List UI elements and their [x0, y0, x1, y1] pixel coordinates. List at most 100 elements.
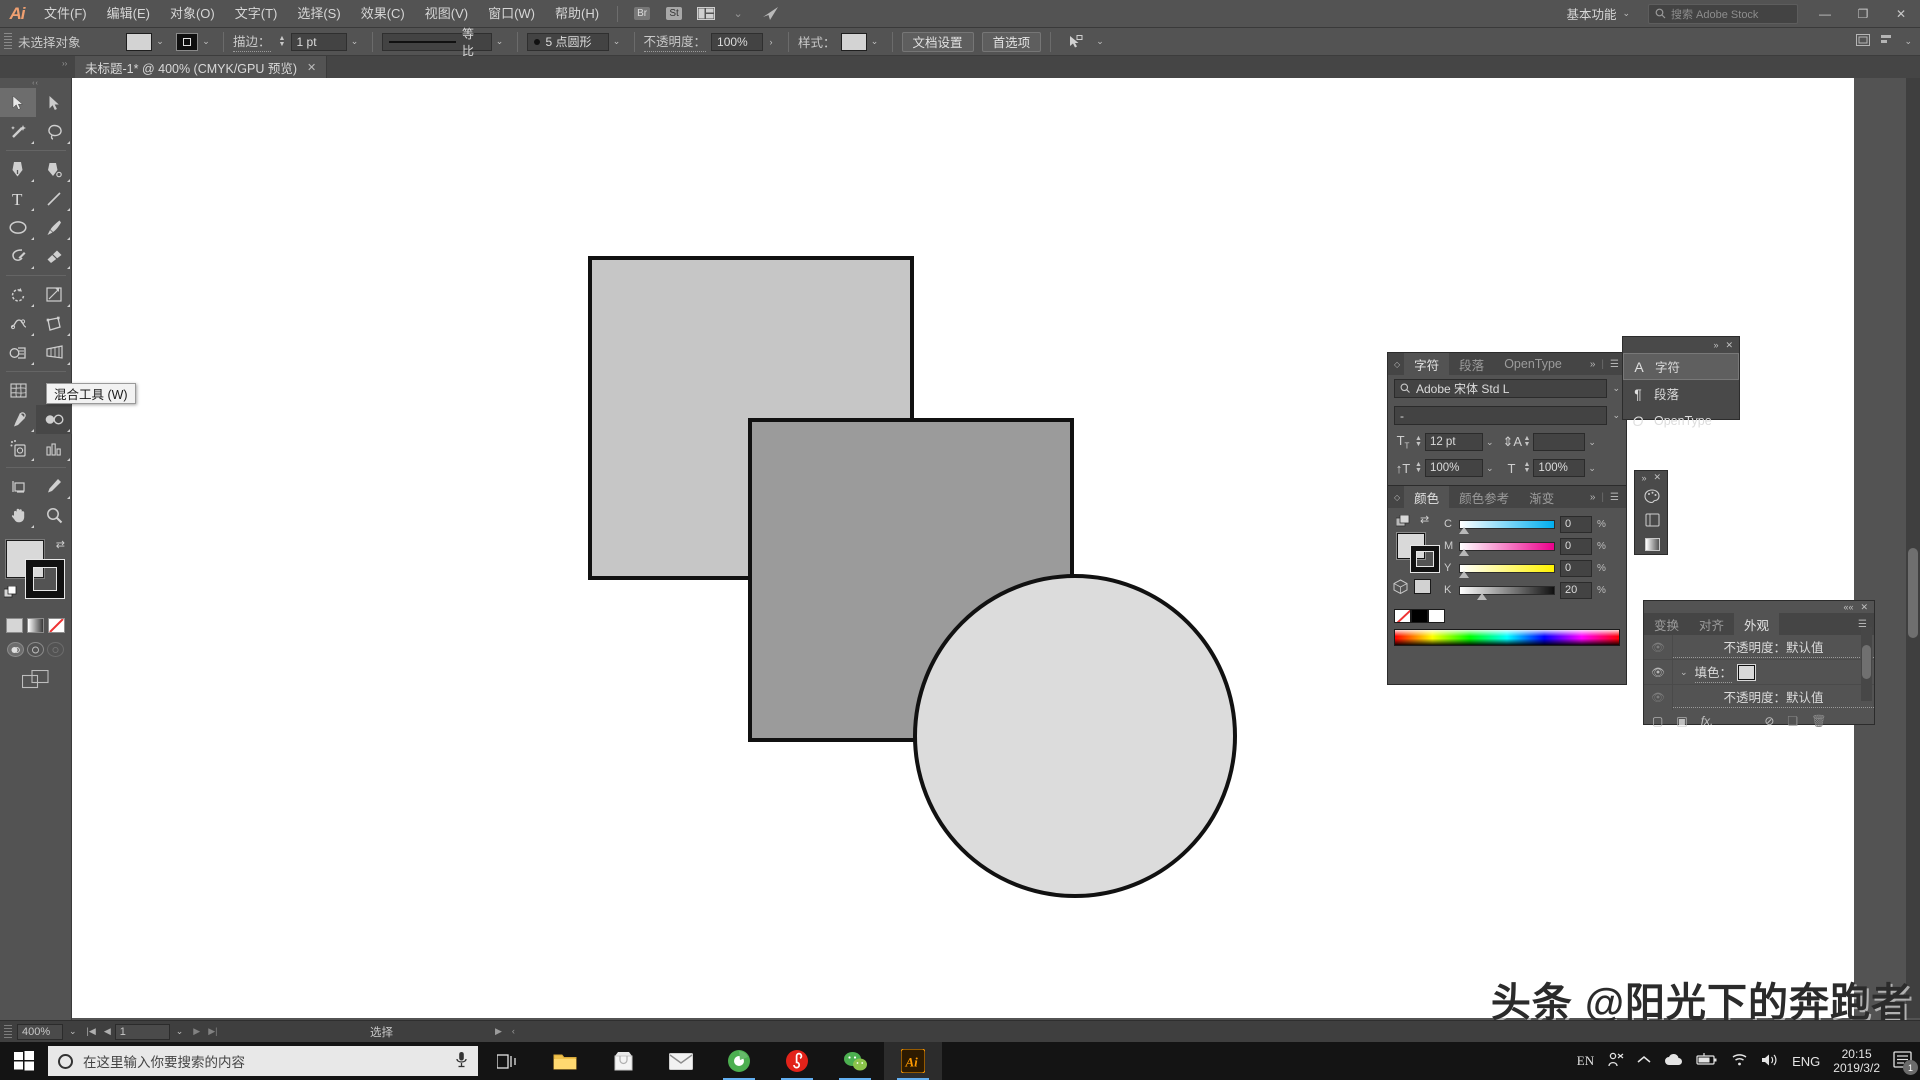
flyout-item-character[interactable]: A 字符: [1623, 353, 1739, 380]
chevron-down-icon[interactable]: ⌄: [1588, 437, 1596, 448]
draw-normal-button[interactable]: [7, 642, 24, 657]
bridge-icon[interactable]: Br: [629, 5, 655, 23]
tab-appearance[interactable]: 外观: [1734, 613, 1780, 635]
expand-icon[interactable]: »: [1590, 359, 1596, 370]
tab-gradient[interactable]: 渐变: [1519, 486, 1564, 508]
stroke-label[interactable]: 描边：: [233, 31, 271, 52]
menu-object[interactable]: 对象(O): [160, 0, 225, 28]
appearance-scrollbar[interactable]: [1861, 627, 1872, 701]
line-segment-tool[interactable]: [36, 184, 72, 213]
channel-value-c[interactable]: 0: [1560, 515, 1592, 533]
scrollbar-thumb[interactable]: [1862, 645, 1871, 679]
opacity-field[interactable]: 100%: [711, 32, 764, 51]
maximize-button[interactable]: ❐: [1844, 0, 1882, 28]
microphone-icon[interactable]: [455, 1051, 468, 1071]
chevron-down-icon[interactable]: ⌄: [1588, 463, 1596, 474]
menu-file[interactable]: 文件(F): [34, 0, 97, 28]
close-icon[interactable]: ✕: [307, 61, 316, 74]
chevron-down-icon[interactable]: ⌄: [867, 33, 883, 51]
status-play-icon[interactable]: ▶: [495, 1026, 502, 1037]
fit-icon[interactable]: [1856, 34, 1871, 49]
chevron-down-icon[interactable]: ⌄: [152, 33, 168, 51]
chevron-down-icon[interactable]: ⌄: [1612, 383, 1620, 394]
draw-behind-button[interactable]: [27, 642, 44, 657]
magic-wand-tool[interactable]: [0, 117, 36, 146]
width-tool[interactable]: [0, 309, 36, 338]
action-center-button[interactable]: 1: [1893, 1051, 1918, 1075]
visibility-eye-icon[interactable]: 👁: [1644, 691, 1672, 704]
last-page-icon[interactable]: ▶|: [204, 1026, 221, 1037]
stroke-profile-field[interactable]: 等比: [381, 27, 492, 58]
wifi-icon[interactable]: [1731, 1053, 1748, 1069]
align-icon[interactable]: [1880, 34, 1894, 49]
stock-icon[interactable]: St: [661, 5, 687, 23]
none-button[interactable]: [48, 618, 65, 633]
panel-collapse-icon[interactable]: ◇: [1388, 353, 1404, 375]
selection-tool[interactable]: [0, 88, 36, 117]
fill-swatch[interactable]: [126, 32, 152, 51]
swap-fill-stroke-icon[interactable]: ⇄: [56, 538, 65, 551]
artboard-tool[interactable]: [0, 472, 36, 501]
tab-color[interactable]: 颜色: [1404, 486, 1450, 508]
chevron-down-icon[interactable]: ⌄: [63, 1026, 83, 1037]
file-explorer-button[interactable]: [536, 1042, 594, 1080]
visibility-eye-icon[interactable]: 👁: [1644, 666, 1672, 679]
collapse-icon[interactable]: ««: [1843, 602, 1853, 612]
free-transform-tool[interactable]: [36, 309, 72, 338]
direct-selection-tool[interactable]: [36, 88, 72, 117]
blend-tool[interactable]: [36, 405, 72, 434]
paintbrush-tool[interactable]: [36, 213, 72, 242]
add-effect-icon[interactable]: fx.: [1701, 714, 1714, 728]
shape-builder-tool[interactable]: [0, 338, 36, 367]
channel-value-m[interactable]: 0: [1560, 537, 1592, 555]
vertical-scale-stepper[interactable]: ▲ ▼: [1415, 461, 1422, 474]
menu-type[interactable]: 文字(T): [225, 0, 288, 28]
default-fill-stroke-icon[interactable]: [3, 585, 17, 599]
flyout-item-opentype[interactable]: O OpenType: [1623, 407, 1739, 434]
black-swatch[interactable]: [1411, 609, 1428, 623]
zoom-tool[interactable]: [36, 501, 72, 530]
battery-icon[interactable]: [1696, 1053, 1718, 1069]
chevron-down-icon[interactable]: ⌄: [1904, 36, 1912, 47]
appearance-row-opacity-bottom[interactable]: 👁 不透明度：默认值: [1644, 685, 1874, 710]
arrange-documents-icon[interactable]: [693, 5, 719, 23]
select-similar-icon[interactable]: [1063, 33, 1089, 51]
browser-button[interactable]: [710, 1042, 768, 1080]
channel-value-y[interactable]: 0: [1560, 559, 1592, 577]
horizontal-scale-field[interactable]: 100%: [1533, 459, 1586, 477]
mesh-tool[interactable]: [0, 376, 36, 405]
stroke-swatch[interactable]: [176, 32, 198, 51]
menu-select[interactable]: 选择(S): [287, 0, 350, 28]
expand-icon[interactable]: »: [1713, 340, 1718, 350]
microsoft-store-button[interactable]: [594, 1042, 652, 1080]
home-rocket-icon[interactable]: [757, 5, 783, 23]
panel-menu-icon[interactable]: ☰: [1610, 359, 1619, 370]
chevron-down-icon[interactable]: ⌄: [609, 33, 625, 51]
tab-opentype[interactable]: OpenType: [1494, 353, 1572, 375]
color-icon[interactable]: [1635, 484, 1669, 508]
channel-slider-y[interactable]: [1459, 563, 1555, 578]
opacity-flyout-icon[interactable]: ›: [763, 33, 779, 51]
graphic-style-swatch[interactable]: [840, 32, 867, 51]
appearance-row-fill[interactable]: 👁 ⌄ 填色：: [1644, 659, 1874, 685]
appearance-row-opacity-top[interactable]: 👁 不透明度：默认值: [1644, 634, 1874, 660]
stroke-color-swatch[interactable]: [26, 560, 64, 598]
status-grip[interactable]: [4, 1024, 12, 1039]
document-tab[interactable]: 未标题-1* @ 400% (CMYK/GPU 预览) ✕: [75, 56, 328, 78]
workspace-switcher[interactable]: 基本功能 ⌄: [1556, 3, 1640, 25]
shaper-tool[interactable]: [0, 242, 36, 271]
curvature-tool[interactable]: [36, 155, 72, 184]
close-icon[interactable]: ✕: [1860, 602, 1868, 613]
ellipse-tool[interactable]: [0, 213, 36, 242]
font-style-field[interactable]: -: [1394, 406, 1608, 425]
tab-align[interactable]: 对齐: [1689, 613, 1734, 635]
fill-stroke-toggle-icon[interactable]: [1395, 514, 1410, 530]
vertical-scale-field[interactable]: 100%: [1424, 459, 1483, 477]
last-color-swatch[interactable]: [1414, 579, 1431, 594]
brush-definition-field[interactable]: 5 点圆形: [526, 32, 609, 51]
menu-window[interactable]: 窗口(W): [478, 0, 545, 28]
color-button[interactable]: [6, 618, 23, 633]
ime-indicator[interactable]: EN: [1577, 1053, 1594, 1069]
expand-icon[interactable]: »: [1590, 492, 1596, 503]
stroke-weight-stepper[interactable]: ▲ ▼: [277, 35, 288, 48]
